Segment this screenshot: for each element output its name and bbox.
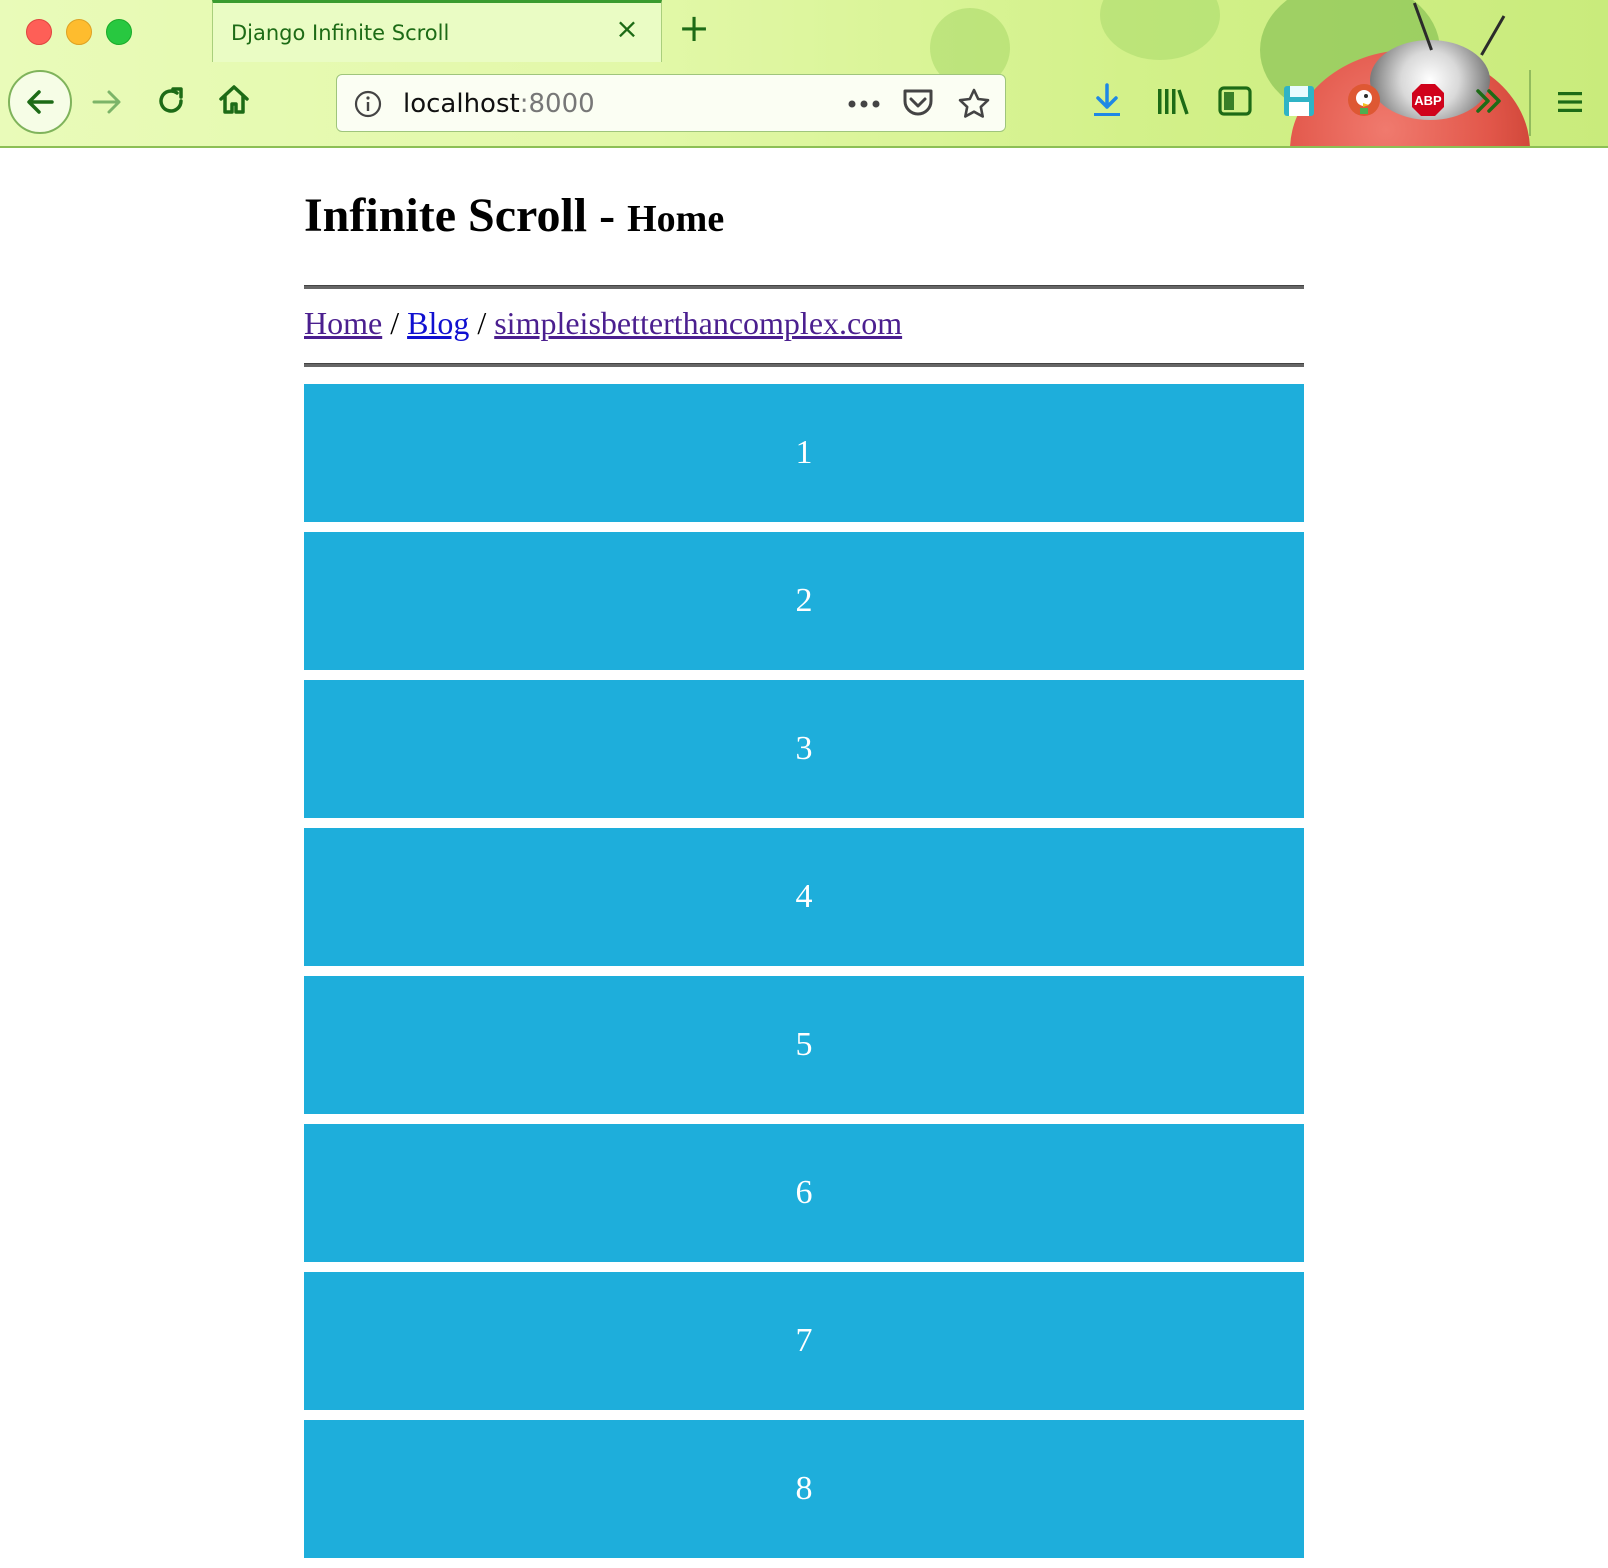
list-item: 8	[304, 1420, 1304, 1558]
breadcrumb-separator: /	[382, 305, 408, 341]
info-icon[interactable]	[353, 89, 383, 119]
breadcrumb-separator: /	[469, 305, 495, 341]
page-subtitle: Home	[627, 198, 725, 240]
window-maximize-button[interactable]	[106, 19, 132, 45]
list-item: 1	[304, 384, 1304, 522]
window-minimize-button[interactable]	[66, 19, 92, 45]
horizontal-rule	[304, 363, 1304, 367]
browser-tab[interactable]: Django Infinite Scroll ×	[212, 0, 662, 62]
breadcrumb: Home / Blog / simpleisbetterthancomplex.…	[304, 303, 1304, 343]
list-item: 7	[304, 1272, 1304, 1410]
breadcrumb-site-link[interactable]: simpleisbetterthancomplex.com	[494, 305, 902, 341]
list-item: 2	[304, 532, 1304, 670]
page-title-text: Infinite Scroll -	[304, 189, 616, 242]
list-item: 4	[304, 828, 1304, 966]
back-button[interactable]	[8, 70, 72, 134]
browser-chrome: Django Infinite Scroll × + localhost:800…	[0, 0, 1608, 148]
url-port: :8000	[519, 89, 595, 119]
navigation-toolbar: localhost:8000 ABP	[0, 62, 1608, 144]
breadcrumb-home-link[interactable]: Home	[304, 305, 382, 341]
home-icon[interactable]	[216, 82, 252, 118]
sidebar-icon[interactable]	[1218, 86, 1252, 116]
ladybug-antenna	[1480, 15, 1506, 56]
window-close-button[interactable]	[26, 19, 52, 45]
back-icon	[24, 86, 56, 118]
new-tab-icon[interactable]: +	[676, 9, 712, 47]
list-item: 6	[304, 1124, 1304, 1262]
toolbar-separator	[1529, 70, 1531, 136]
svg-text:ABP: ABP	[1414, 93, 1442, 108]
pocket-icon[interactable]	[901, 87, 935, 119]
reload-icon[interactable]	[154, 84, 188, 118]
library-icon[interactable]	[1156, 86, 1190, 116]
tab-close-icon[interactable]: ×	[613, 15, 641, 43]
url-text: localhost:8000	[403, 89, 595, 119]
overflow-icon[interactable]	[1474, 86, 1504, 116]
adblock-icon[interactable]: ABP	[1410, 82, 1446, 118]
page-actions-icon[interactable]	[847, 99, 881, 109]
theme-decoration	[1100, 0, 1220, 60]
page-title: Infinite Scroll - Home	[304, 186, 1304, 246]
infinite-item-list: 1 2 3 4 5 6 7 8	[304, 384, 1304, 1558]
breadcrumb-blog-link[interactable]: Blog	[407, 305, 469, 341]
download-icon[interactable]	[1092, 82, 1122, 118]
forward-icon[interactable]	[90, 86, 124, 118]
save-icon[interactable]	[1282, 84, 1316, 118]
url-bar[interactable]: localhost:8000	[336, 74, 1006, 132]
horizontal-rule	[304, 285, 1304, 289]
list-item: 5	[304, 976, 1304, 1114]
page-content: Infinite Scroll - Home Home / Blog / sim…	[304, 146, 1304, 1568]
menu-icon[interactable]	[1556, 88, 1584, 116]
list-item: 3	[304, 680, 1304, 818]
duckduckgo-icon[interactable]	[1346, 82, 1382, 118]
url-host: localhost	[403, 89, 520, 119]
bookmark-star-icon[interactable]	[957, 87, 991, 121]
tab-title: Django Infinite Scroll	[231, 21, 450, 45]
